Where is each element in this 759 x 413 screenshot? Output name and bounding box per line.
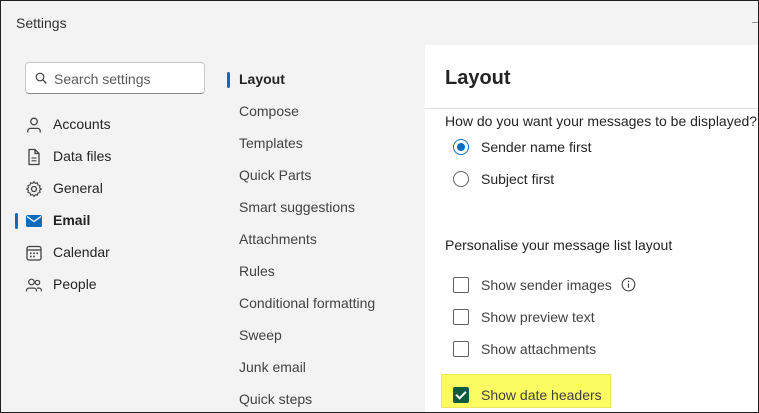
radio-button[interactable] <box>453 139 469 155</box>
nav-item-people[interactable]: People <box>1 269 225 301</box>
subnav-item-layout[interactable]: Layout <box>225 64 425 96</box>
subnav-item-label: Layout <box>239 71 285 87</box>
search-box[interactable] <box>25 62 205 94</box>
subnav-item-smart-suggestions[interactable]: Smart suggestions <box>225 192 425 224</box>
subnav-item-quick-steps[interactable]: Quick steps <box>225 384 425 412</box>
radio-label: Sender name first <box>481 139 592 155</box>
minimize-button[interactable] <box>752 22 758 23</box>
checkbox-label: Show date headers <box>481 387 602 403</box>
nav-item-label: Data files <box>53 148 112 164</box>
nav-item-general[interactable]: General <box>1 173 225 205</box>
person-icon <box>27 117 41 133</box>
subnav-item-attachments[interactable]: Attachments <box>225 224 425 256</box>
radio-label: Subject first <box>481 171 555 187</box>
radio-button[interactable] <box>453 171 469 187</box>
nav-item-calendar[interactable]: Calendar <box>1 237 225 269</box>
search-input[interactable] <box>54 69 200 89</box>
nav-item-label: Email <box>53 212 91 228</box>
checkbox[interactable] <box>453 309 469 325</box>
subnav-item-conditional-formatting[interactable]: Conditional formatting <box>225 288 425 320</box>
info-icon[interactable] <box>621 277 636 292</box>
subnav-item-label: Attachments <box>239 231 317 247</box>
checkbox-label: Show sender images <box>481 277 612 293</box>
display-order-question: How do you want your messages to be disp… <box>445 113 758 129</box>
mail-icon <box>26 215 42 227</box>
people-icon <box>25 278 42 292</box>
subnav-item-label: Templates <box>239 135 303 151</box>
subnav-item-sweep[interactable]: Sweep <box>225 320 425 352</box>
subnav-item-rules[interactable]: Rules <box>225 256 425 288</box>
subnav-item-label: Rules <box>239 263 275 279</box>
nav-item-label: Accounts <box>53 116 111 132</box>
window-title: Settings <box>16 15 67 31</box>
subnav-item-label: Quick Parts <box>239 167 312 183</box>
checkbox[interactable] <box>453 341 469 357</box>
nav-item-email[interactable]: Email <box>1 205 225 237</box>
checkbox-show-date-headers[interactable]: Show date headers <box>453 383 733 407</box>
page-title: Layout <box>445 67 511 89</box>
radio-sender-name-first[interactable]: Sender name first <box>453 135 733 159</box>
layout-settings-pane: Layout How do you want your messages to … <box>425 45 758 412</box>
subnav-item-label: Junk email <box>239 359 306 375</box>
checkbox-show-attachments[interactable]: Show attachments <box>453 337 733 361</box>
subnav-item-compose[interactable]: Compose <box>225 96 425 128</box>
checkbox-label: Show attachments <box>481 341 597 357</box>
email-subcategory-nav: Layout Compose Templates Quick Parts Sma… <box>225 45 425 412</box>
calendar-icon <box>26 245 42 261</box>
divider <box>425 108 758 109</box>
subnav-item-label: Conditional formatting <box>239 295 376 311</box>
checkbox-show-preview-text[interactable]: Show preview text <box>453 305 733 329</box>
nav-item-label: People <box>53 276 97 292</box>
checkbox-show-sender-images[interactable]: Show sender images <box>453 273 733 297</box>
subnav-item-quick-parts[interactable]: Quick Parts <box>225 160 425 192</box>
gear-icon <box>26 180 42 198</box>
radio-subject-first[interactable]: Subject first <box>453 167 733 191</box>
title-bar: Settings <box>1 1 758 45</box>
nav-item-data-files[interactable]: Data files <box>1 141 225 173</box>
nav-item-label: Calendar <box>53 244 110 260</box>
subnav-item-label: Sweep <box>239 327 282 343</box>
subnav-item-templates[interactable]: Templates <box>225 128 425 160</box>
subnav-item-label: Compose <box>239 103 299 119</box>
settings-category-nav: Accounts Data files General <box>1 45 225 412</box>
subnav-item-label: Quick steps <box>239 391 313 407</box>
section-title: Personalise your message list layout <box>445 237 673 253</box>
nav-item-accounts[interactable]: Accounts <box>1 109 225 141</box>
checkbox-label: Show preview text <box>481 309 595 325</box>
search-icon <box>35 72 47 84</box>
selection-indicator <box>227 72 230 88</box>
nav-item-label: General <box>53 180 103 196</box>
checkbox[interactable] <box>453 277 469 293</box>
subnav-item-label: Smart suggestions <box>239 199 355 215</box>
document-icon <box>28 148 40 166</box>
subnav-item-junk-email[interactable]: Junk email <box>225 352 425 384</box>
settings-window: Settings Accounts Data fi <box>0 0 759 413</box>
checkbox[interactable] <box>453 387 469 403</box>
selection-indicator <box>15 213 18 229</box>
